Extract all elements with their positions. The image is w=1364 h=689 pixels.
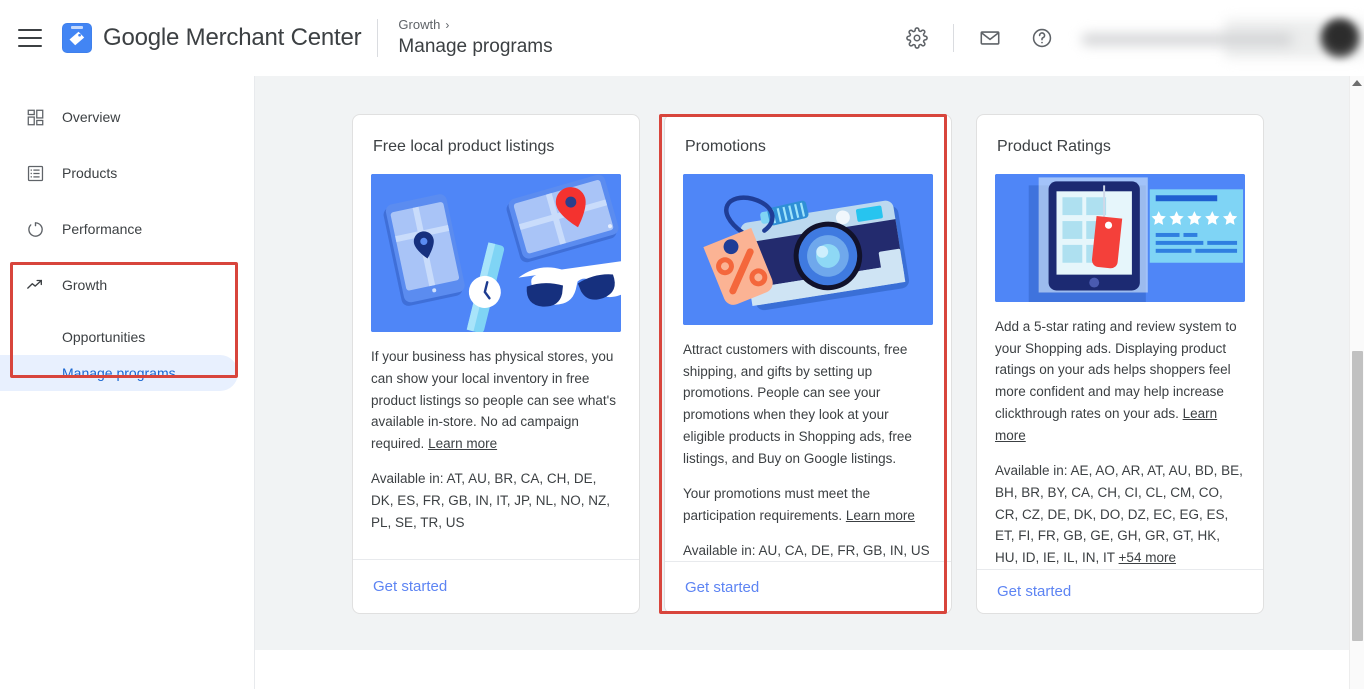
program-card-free-local-product-listings[interactable]: Free local product listings If your busi… [352,114,640,614]
card-footer: Get started [977,569,1263,613]
local-product-listings-illustration [371,173,621,332]
sidebar-subitem-label: Manage programs [62,365,176,381]
merchant-center-logo-icon [62,23,92,53]
breadcrumb: Growth › Manage programs [398,17,552,59]
learn-more-link[interactable]: Learn more [428,436,497,451]
brand-title: Google Merchant Center [103,24,362,52]
card-footer: Get started [353,559,639,613]
catalog-list-icon [24,162,46,184]
hamburger-menu-icon[interactable] [18,29,42,47]
get-started-button[interactable]: Get started [685,579,759,596]
sidebar-item-label: Overview [62,109,121,125]
header-actions-divider [953,24,954,52]
product-ratings-tablet-stars-illustration [995,173,1245,302]
sidebar-item-growth[interactable]: Growth [0,265,238,305]
merchant-center-page: Google Merchant Center Growth › Manage p… [0,0,1364,689]
sidebar-item-manage-programs[interactable]: Manage programs [0,355,238,391]
avatar[interactable] [1320,18,1360,58]
help-circle-icon[interactable] [1022,18,1062,58]
sidebar-item-label: Products [62,165,118,181]
scroll-up-arrow-icon[interactable] [1352,80,1362,86]
card-description: If your business has physical stores, yo… [353,332,639,559]
programs-content-area: Free local product listings If your busi… [255,76,1352,650]
dashboard-grid-icon [24,106,46,128]
more-countries-link[interactable]: +54 more [1119,550,1176,565]
programs-cards-row: Free local product listings If your busi… [352,114,1264,614]
card-footer: Get started [665,561,951,613]
card-description: Attract customers with discounts, free s… [665,325,951,562]
card-paragraph: Your promotions must meet the participat… [683,485,871,523]
get-started-button[interactable]: Get started [373,578,447,595]
vertical-scrollbar[interactable] [1349,76,1364,689]
account-info-redacted[interactable] [1074,12,1364,64]
breadcrumb-parent[interactable]: Growth [398,17,440,33]
header-actions [891,0,1364,76]
card-title: Promotions [685,138,766,155]
card-availability: Available in: AU, CA, DE, FR, GB, IN, US [683,542,930,558]
card-paragraph: Attract customers with discounts, free s… [683,341,912,466]
account-id-blur [1082,34,1292,45]
get-started-button[interactable]: Get started [997,583,1071,600]
sidebar-item-label: Performance [62,221,143,237]
sidebar-item-performance[interactable]: Performance [0,209,238,249]
program-card-promotions[interactable]: Promotions Attract customers with discou… [664,114,952,614]
card-description: Add a 5-star rating and review system to… [977,302,1263,569]
card-availability: Available in: AT, AU, BR, CA, CH, DE, DK… [371,471,611,530]
performance-circle-icon [24,218,46,240]
program-card-product-ratings[interactable]: Product Ratings Add a 5-star rating and … [976,114,1264,614]
sidebar-subitem-label: Opportunities [62,329,146,345]
app-header: Google Merchant Center Growth › Manage p… [0,0,1364,76]
price-tag-glyph [69,31,85,46]
gear-icon[interactable] [897,18,937,58]
sidebar-nav: Overview Products Performance Growth Opp… [0,76,255,689]
sidebar-item-label: Growth [62,277,108,293]
scrollbar-thumb[interactable] [1352,351,1363,641]
card-title: Product Ratings [997,138,1111,155]
sidebar-item-overview[interactable]: Overview [0,97,238,137]
mail-icon[interactable] [970,18,1010,58]
learn-more-link[interactable]: Learn more [846,508,915,523]
card-title: Free local product listings [373,138,555,155]
trending-up-icon [24,274,46,296]
page-title: Manage programs [398,36,553,58]
brand-product: Merchant Center [185,24,362,51]
brand-google: Google [103,24,180,51]
chevron-right-icon: › [445,17,450,32]
header-divider [377,19,379,57]
sidebar-item-opportunities[interactable]: Opportunities [0,319,238,355]
sidebar-item-products[interactable]: Products [0,153,238,193]
promotions-camera-discount-illustration [683,173,933,325]
